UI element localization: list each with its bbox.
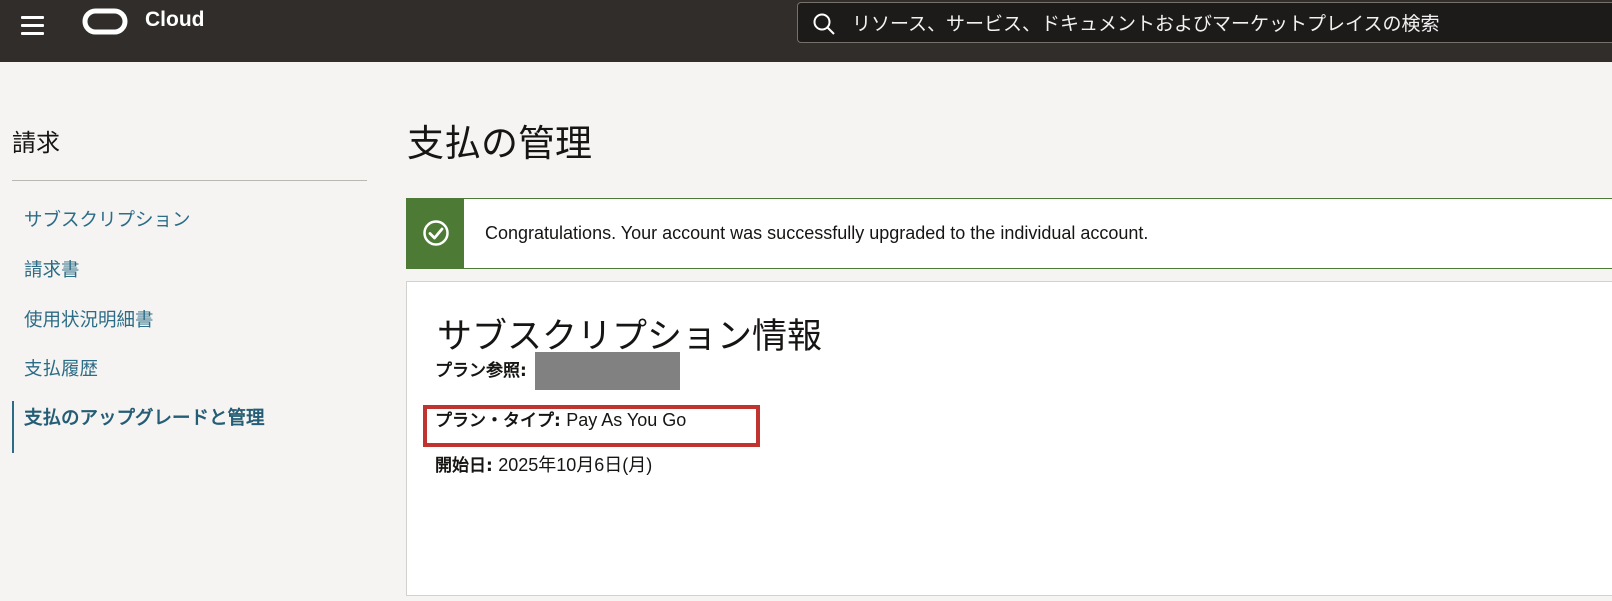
redacted-value	[534, 352, 680, 390]
sidebar-item-usage-statements[interactable]: 使用状況明細書	[24, 306, 154, 332]
sidebar-divider	[12, 180, 367, 181]
sidebar-item-payment-history[interactable]: 支払履歴	[24, 355, 98, 381]
plan-reference-label: プラン参照:	[435, 361, 527, 381]
plan-type-value: Pay As You Go	[566, 410, 687, 430]
sidebar-item-upgrade-and-manage-payment[interactable]: 支払のアップグレードと管理	[24, 404, 265, 430]
start-date-label: 開始日:	[435, 456, 493, 476]
sidebar-item-subscriptions[interactable]: サブスクリプション	[24, 206, 191, 232]
page-title: 支払の管理	[407, 122, 592, 165]
plan-reference-field: プラン参照:	[435, 352, 680, 390]
hamburger-menu-icon[interactable]	[18, 12, 48, 42]
plan-type-label: プラン・タイプ:	[435, 411, 561, 431]
check-circle-icon	[423, 220, 449, 246]
oracle-logo-icon[interactable]	[82, 8, 128, 35]
search-bar[interactable]	[797, 2, 1612, 44]
brand-name[interactable]: Cloud	[145, 8, 204, 32]
alert-icon-column	[407, 199, 464, 268]
sidebar-title: 請求	[12, 129, 60, 157]
start-date-field: 開始日: 2025年10月6日(月)	[435, 451, 652, 477]
subscription-info-card: サブスクリプション情報 プラン参照: プラン・タイプ: Pay As You G…	[406, 281, 1612, 596]
start-date-value: 2025年10月6日(月)	[498, 455, 653, 475]
sidebar-item-invoices[interactable]: 請求書	[24, 256, 80, 282]
plan-type-field: プラン・タイプ: Pay As You Go	[435, 406, 686, 431]
search-input[interactable]	[850, 3, 1612, 44]
alert-message: Congratulations. Your account was succes…	[485, 223, 1149, 243]
success-alert: Congratulations. Your account was succes…	[406, 198, 1612, 269]
active-indicator	[12, 401, 14, 453]
search-icon	[813, 13, 835, 35]
top-header: Cloud	[0, 0, 1612, 62]
